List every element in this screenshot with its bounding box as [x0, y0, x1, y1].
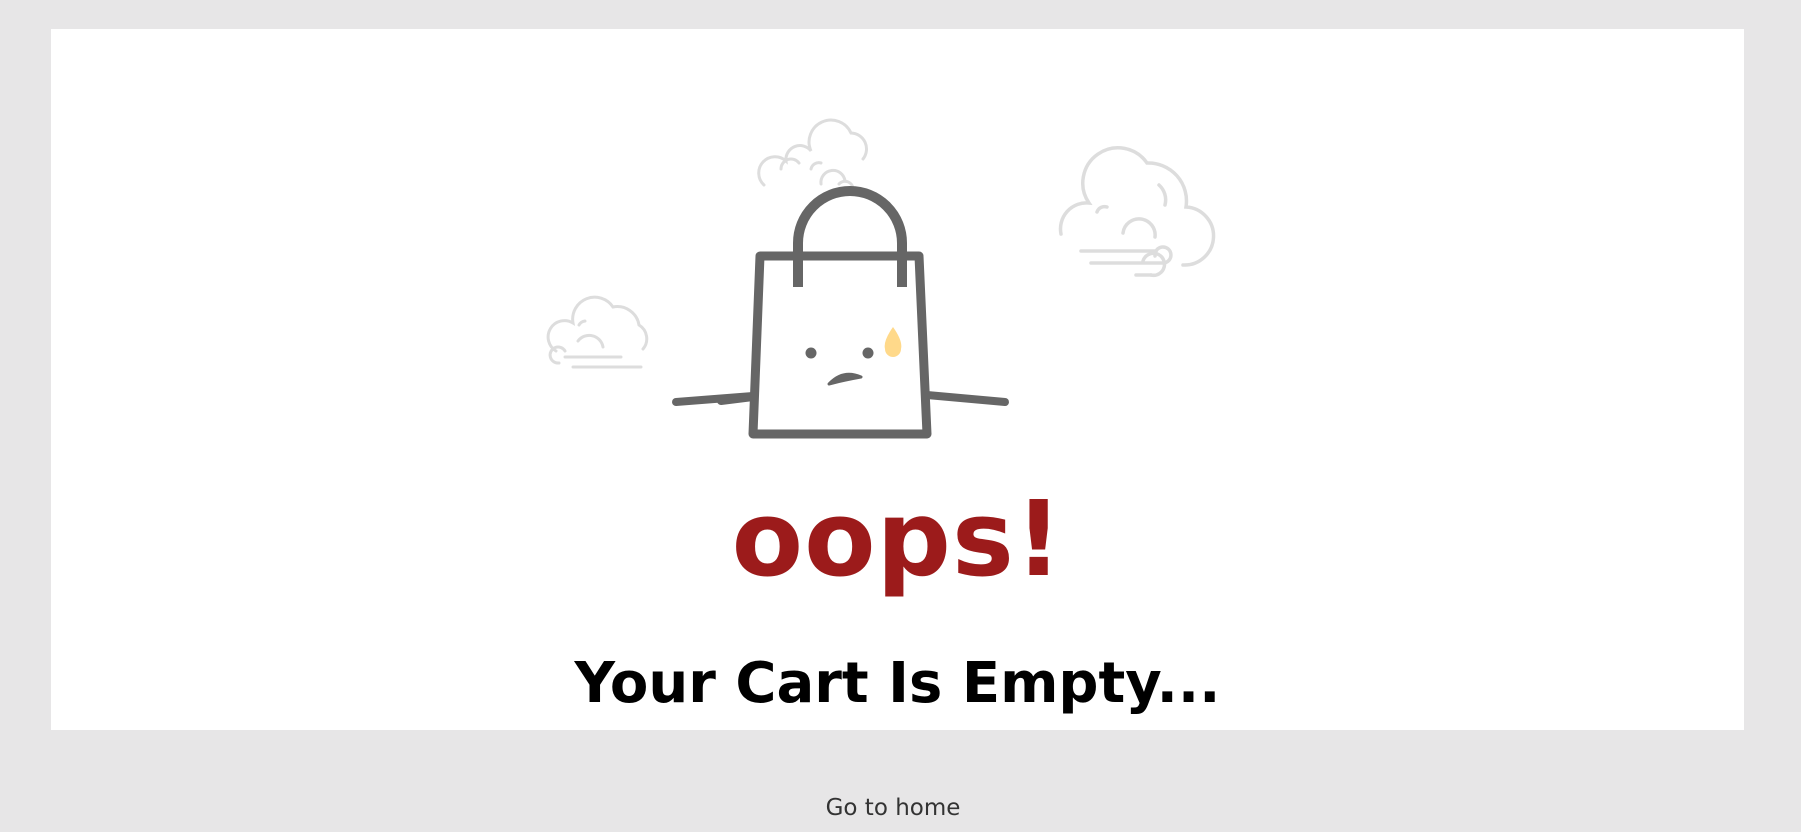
cart-empty-message: Your Cart Is Empty... — [574, 651, 1221, 716]
empty-cart-illustration — [546, 118, 1216, 439]
go-to-home-link[interactable]: Go to home — [0, 793, 1786, 823]
cloud-icon — [546, 295, 649, 369]
cloud-icon — [757, 118, 868, 191]
oops-heading: oops! — [731, 478, 1064, 600]
sad-shopping-bag-icon — [672, 186, 1009, 439]
empty-cart-card: oops! Your Cart Is Empty... — [51, 29, 1744, 730]
cloud-icon — [1058, 146, 1216, 278]
